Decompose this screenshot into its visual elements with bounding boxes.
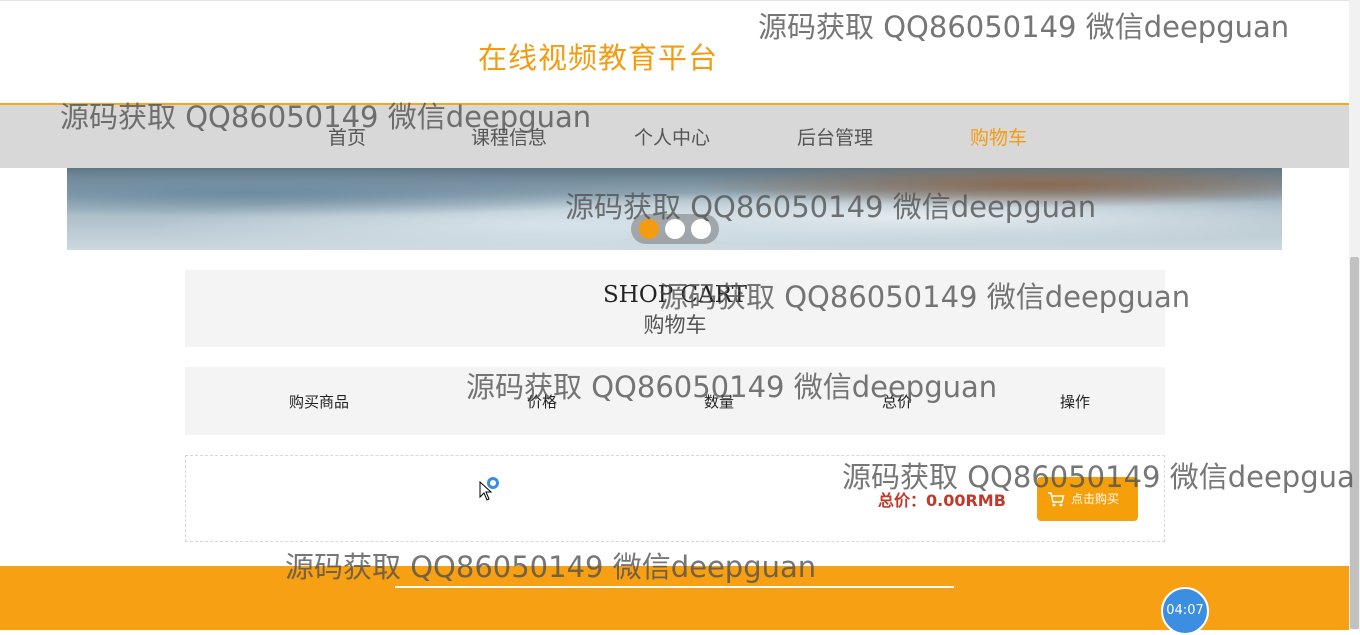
main-nav: 首页 课程信息 个人中心 后台管理 购物车 — [0, 103, 1349, 168]
timer-badge[interactable]: 04:07 — [1161, 587, 1209, 635]
carousel-dot-3[interactable] — [691, 219, 711, 239]
site-footer — [0, 566, 1349, 630]
column-header-subtotal: 总价 — [881, 393, 913, 411]
carousel-dots — [631, 214, 719, 244]
footer-divider — [395, 586, 954, 588]
cart-table-header: 购买商品 价格 数量 总价 操作 — [185, 367, 1165, 435]
cart-title-cn: 购物车 — [643, 313, 707, 337]
cart-title-en: SHOP CART — [603, 282, 747, 308]
buy-button[interactable]: 点击购买 — [1037, 477, 1138, 521]
mouse-cursor-icon — [479, 481, 493, 501]
nav-item-courses[interactable]: 课程信息 — [471, 123, 547, 150]
buy-button-label: 点击购买 — [1071, 492, 1120, 506]
nav-item-profile[interactable]: 个人中心 — [634, 123, 710, 150]
column-header-action: 操作 — [1059, 393, 1091, 411]
cart-total: 总价：0.00RMB — [878, 491, 1006, 510]
cart-summary: 总价：0.00RMB 点击购买 — [185, 455, 1165, 542]
carousel-dot-2[interactable] — [665, 219, 685, 239]
nav-item-cart[interactable]: 购物车 — [970, 123, 1027, 150]
scrollbar-thumb[interactable] — [1350, 257, 1359, 629]
column-header-price: 价格 — [526, 393, 558, 411]
nav-item-admin[interactable]: 后台管理 — [797, 123, 873, 150]
carousel-dot-1[interactable] — [639, 219, 659, 239]
site-header: 在线视频教育平台 — [0, 0, 1349, 104]
cart-title-box: SHOP CART 购物车 — [185, 270, 1165, 347]
nav-item-home[interactable]: 首页 — [328, 123, 366, 150]
column-header-product: 购买商品 — [288, 393, 350, 411]
page-scrollbar[interactable] — [1349, 0, 1360, 630]
column-header-quantity: 数量 — [703, 393, 735, 411]
site-title[interactable]: 在线视频教育平台 — [478, 35, 718, 77]
cart-icon — [1048, 492, 1065, 507]
